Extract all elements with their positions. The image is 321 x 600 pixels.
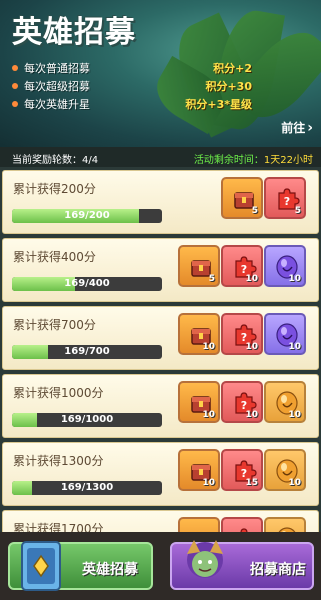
progress-text: 169/400: [64, 278, 110, 289]
hero-avatar-icon: [187, 540, 223, 578]
bullet-icon: [12, 101, 18, 107]
reward-quantity: 10: [245, 410, 258, 420]
reward-puzzle[interactable]: ? 10: [221, 313, 263, 355]
reward-chest[interactable]: 10: [178, 381, 220, 423]
round-label: 当前奖励轮数：: [12, 155, 82, 166]
milestone-label: 累计获得200分: [13, 182, 96, 196]
page-title: 英雄招募: [12, 15, 136, 50]
bullet-icon: [12, 83, 18, 89]
milestone-label: 累计获得1700分: [13, 522, 104, 532]
reward-gem-purple[interactable]: 10: [264, 245, 306, 287]
milestone-card: 累计获得1300分 169/1300 10 ? 15 10: [2, 442, 319, 506]
chevron-right-icon: ›: [307, 120, 313, 136]
reward-quantity: 5: [294, 206, 301, 216]
progress-bar: 169/700: [12, 345, 162, 359]
reward-quantity: 10: [202, 478, 215, 488]
rule-item: 每次超级招募 积分+30: [12, 78, 312, 94]
card-icon: [21, 541, 61, 591]
milestone-card: 累计获得700分 169/700 10? 10 10: [2, 306, 319, 370]
progress-text: 169/1300: [60, 482, 114, 493]
reward-quantity: 10: [245, 274, 258, 284]
reward-puzzle[interactable]: ?15: [221, 449, 263, 491]
reward-gem-purple[interactable]: 10: [264, 313, 306, 355]
reward-quantity: 10: [245, 342, 258, 352]
progress-bar: 169/1000: [12, 413, 162, 427]
reward-gem-orange[interactable]: 10: [264, 449, 306, 491]
rule-points: 积分+3*星级: [185, 98, 252, 111]
rule-item: 每次普通招募 积分+2: [12, 60, 312, 76]
recruit-shop-button[interactable]: 招募商店: [170, 540, 314, 590]
milestone-list[interactable]: 累计获得200分 169/200 5? 5 累计获得400分 169/400 5? 10 10 累…: [0, 170, 321, 532]
reward-quantity: 10: [288, 478, 301, 488]
bottom-bar: 英雄招募 招募商店: [0, 532, 321, 600]
progress-bar: 169/400: [12, 277, 162, 291]
remaining-value: 1天22小时: [263, 155, 313, 166]
reward-chest[interactable]: 10: [178, 449, 220, 491]
progress-bar: 169/200: [12, 209, 162, 223]
reward-round: 当前奖励轮数：4/4: [12, 151, 98, 166]
goto-button[interactable]: 前往 ›: [281, 119, 313, 136]
reward-puzzle[interactable]: ? 10: [221, 245, 263, 287]
reward-quantity: 10: [202, 410, 215, 420]
milestone-card: 累计获得400分 169/400 5? 10 10: [2, 238, 319, 302]
milestone-card: 累计获得200分 169/200 5? 5: [2, 170, 319, 234]
reward-puzzle[interactable]: ?15: [221, 517, 263, 532]
rule-text: 每次英雄升星: [24, 98, 90, 111]
milestone-card: 累计获得1700分169/170010?1510: [2, 510, 319, 532]
reward-quantity: 10: [202, 342, 215, 352]
reward-quantity: 15: [245, 478, 258, 488]
rule-text: 每次超级招募: [24, 80, 90, 93]
milestone-label: 累计获得1300分: [13, 454, 104, 468]
reward-puzzle[interactable]: ? 10: [221, 381, 263, 423]
reward-chest[interactable]: 5: [178, 245, 220, 287]
info-bar: 当前奖励轮数：4/4 活动剩余时间：1天22小时: [0, 147, 321, 167]
rule-item: 每次英雄升星 积分+3*星级: [12, 96, 312, 112]
reward-gem-orange[interactable]: 10: [264, 517, 306, 532]
milestone-card: 累计获得1000分 169/1000 10? 10 10: [2, 374, 319, 438]
reward-chest[interactable]: 10: [178, 517, 220, 532]
progress-text: 169/1000: [60, 414, 114, 425]
recruit-shop-label: 招募商店: [250, 562, 306, 578]
rule-points: 积分+30: [205, 80, 252, 93]
reward-quantity: 5: [208, 274, 215, 284]
progress-text: 169/200: [64, 210, 110, 221]
reward-chest[interactable]: 5: [221, 177, 263, 219]
progress-text: 169/700: [64, 346, 110, 357]
bullet-icon: [12, 65, 18, 71]
reward-gem-orange[interactable]: 10: [264, 381, 306, 423]
reward-quantity: 10: [288, 410, 301, 420]
reward-quantity: 10: [288, 342, 301, 352]
milestone-label: 累计获得1000分: [13, 386, 104, 400]
goto-label: 前往: [281, 121, 306, 135]
milestone-label: 累计获得700分: [13, 318, 96, 332]
remaining-label: 活动剩余时间：: [193, 155, 264, 166]
hero-recruit-button[interactable]: 英雄招募: [8, 541, 153, 591]
rule-text: 每次普通招募: [24, 62, 90, 75]
header-banner: 英雄招募 每次普通招募 积分+2 每次超级招募 积分+30 每次英雄升星 积分+…: [0, 0, 321, 147]
svg-text:?: ?: [284, 195, 290, 208]
reward-quantity: 5: [251, 206, 258, 216]
rules-list: 每次普通招募 积分+2 每次超级招募 积分+30 每次英雄升星 积分+3*星级: [12, 60, 312, 114]
round-value: 4/4: [82, 155, 99, 166]
milestone-label: 累计获得400分: [13, 250, 96, 264]
reward-puzzle[interactable]: ? 5: [264, 177, 306, 219]
rule-points: 积分+2: [213, 62, 252, 75]
hero-recruit-label: 英雄招募: [82, 562, 138, 578]
progress-bar: 169/1300: [12, 481, 162, 495]
reward-quantity: 10: [288, 274, 301, 284]
remaining-time: 活动剩余时间：1天22小时: [194, 151, 313, 166]
reward-chest[interactable]: 10: [178, 313, 220, 355]
